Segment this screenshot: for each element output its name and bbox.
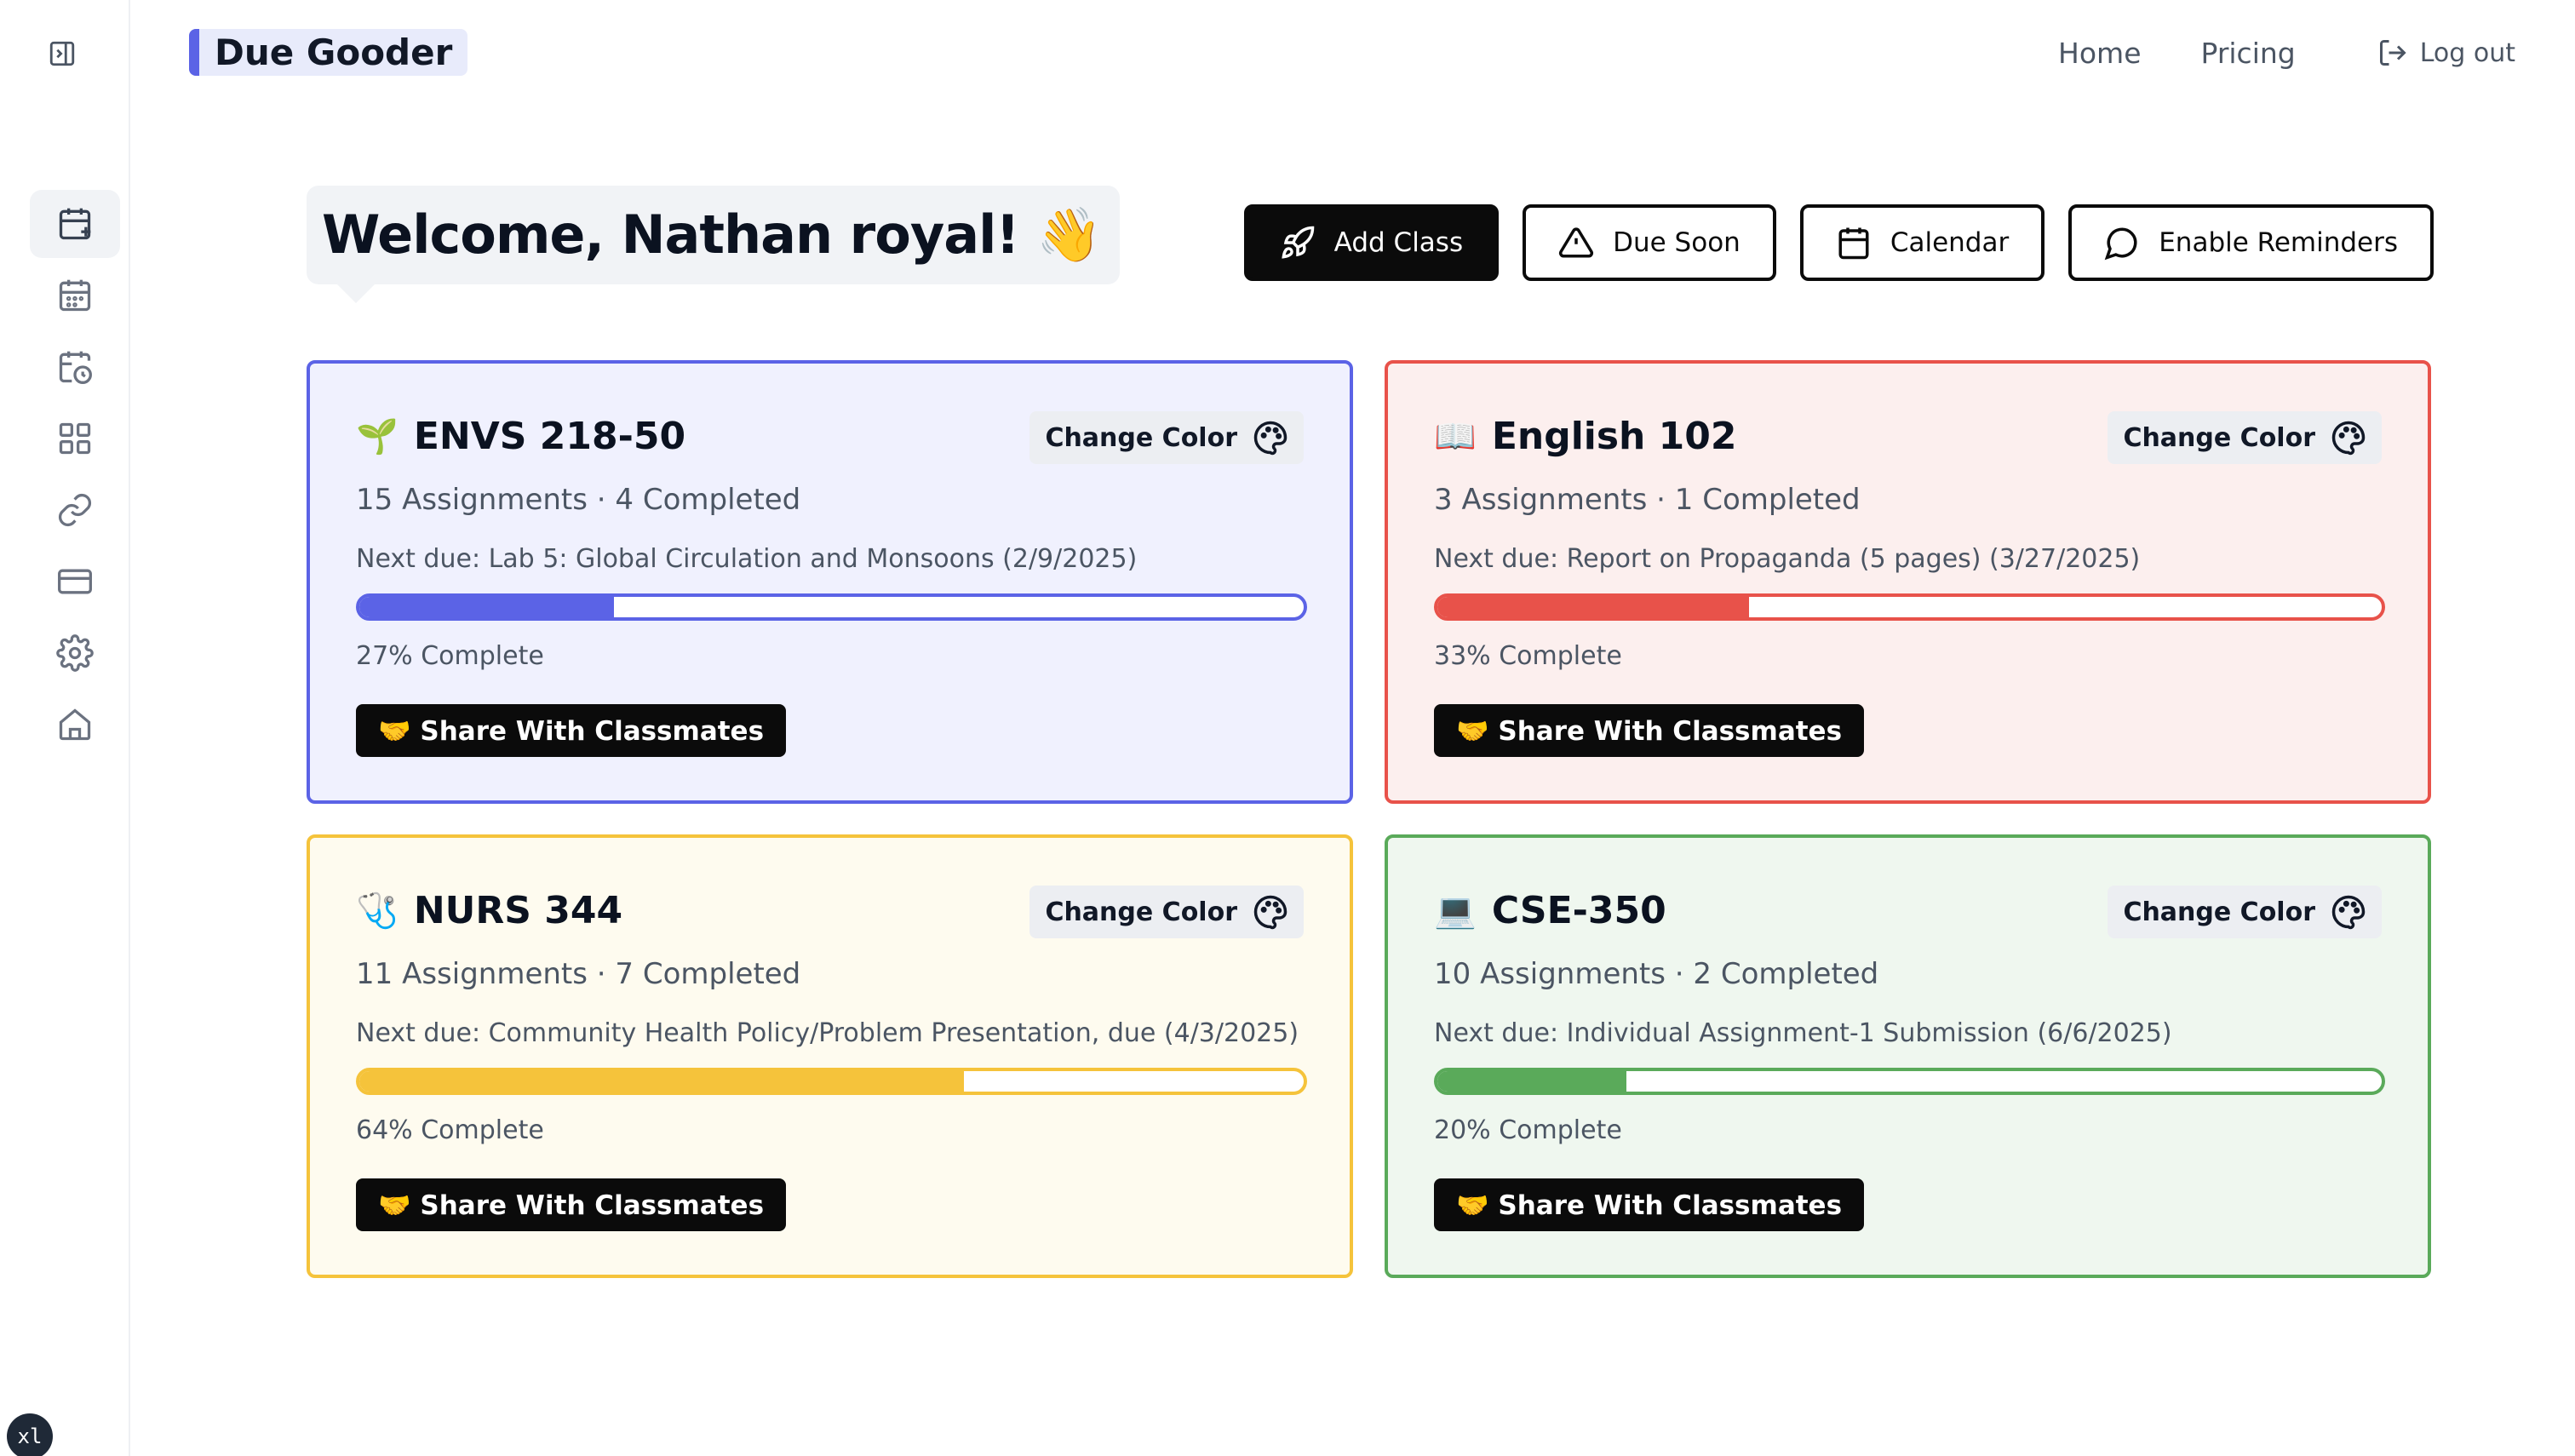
logout-icon xyxy=(2379,40,2406,66)
change-color-label: Change Color xyxy=(1045,897,1237,927)
palette-icon xyxy=(2331,421,2366,456)
class-card[interactable]: 💻 CSE-350 Change Color 10 Assignments · … xyxy=(1385,834,2431,1278)
next-due-text: Next due: Community Health Policy/Proble… xyxy=(356,1018,1299,1048)
link-icon xyxy=(59,494,91,526)
top-nav: Home Pricing Log out xyxy=(2058,32,2515,73)
class-emoji-icon: 💻 xyxy=(1434,891,1477,931)
nav-pricing-link[interactable]: Pricing xyxy=(2201,37,2296,70)
app-logo[interactable]: Due Gooder xyxy=(189,29,468,76)
message-circle-icon xyxy=(2104,227,2137,261)
class-name: CSE-350 xyxy=(1491,889,1666,932)
progress-bar xyxy=(356,593,1307,621)
sidebar-item-add-calendar[interactable] xyxy=(30,190,120,258)
enable-reminders-button[interactable]: Enable Reminders xyxy=(2068,204,2434,281)
change-color-button[interactable]: Change Color xyxy=(1029,411,1304,464)
change-color-label: Change Color xyxy=(2123,422,2315,453)
class-title: 🌱 ENVS 218-50 xyxy=(356,415,685,458)
class-name: English 102 xyxy=(1491,415,1737,458)
assignment-counts: 3 Assignments · 1 Completed xyxy=(1434,483,1861,517)
palette-icon xyxy=(1253,895,1288,930)
progress-label: 20% Complete xyxy=(1434,1115,1622,1145)
progress-fill xyxy=(359,597,615,617)
change-color-button[interactable]: Change Color xyxy=(1029,886,1304,938)
class-name: ENVS 218-50 xyxy=(413,415,686,458)
change-color-button[interactable]: Change Color xyxy=(2108,411,2382,464)
class-emoji-icon: 📖 xyxy=(1434,417,1477,456)
class-name: NURS 344 xyxy=(413,889,623,932)
sidebar-item-billing[interactable] xyxy=(30,547,120,616)
add-class-label: Add Class xyxy=(1333,227,1464,258)
change-color-label: Change Color xyxy=(1045,422,1237,453)
calendar-icon xyxy=(59,279,91,312)
change-color-button[interactable]: Change Color xyxy=(2108,886,2382,938)
sidebar-item-calendar[interactable] xyxy=(30,261,120,330)
progress-fill xyxy=(1437,1071,1626,1092)
calendar-icon xyxy=(1838,227,1869,260)
class-card[interactable]: 🩺 NURS 344 Change Color 11 Assignments ·… xyxy=(307,834,1353,1278)
credit-card-icon xyxy=(58,569,92,594)
assignment-counts: 11 Assignments · 7 Completed xyxy=(356,957,801,991)
sidebar-item-schedule[interactable] xyxy=(30,333,120,401)
palette-icon xyxy=(2331,895,2366,930)
action-bar: Add Class Due Soon Calendar Enable Remin… xyxy=(1243,204,2434,281)
logout-label: Log out xyxy=(2419,37,2515,68)
share-with-classmates-button[interactable]: 🤝 Share With Classmates xyxy=(1434,1178,1865,1231)
settings-icon xyxy=(56,634,94,672)
enable-reminders-label: Enable Reminders xyxy=(2159,227,2398,258)
share-with-classmates-button[interactable]: 🤝 Share With Classmates xyxy=(356,1178,787,1231)
share-with-classmates-button[interactable]: 🤝 Share With Classmates xyxy=(356,704,787,757)
welcome-heading: Welcome, Nathan royal! 👋 xyxy=(307,186,1121,303)
rocket-icon xyxy=(1282,226,1314,259)
calendar-clock-icon xyxy=(59,351,92,384)
nav-home-link[interactable]: Home xyxy=(2058,37,2141,70)
calendar-button[interactable]: Calendar xyxy=(1799,204,2045,281)
xl-badge[interactable]: xl xyxy=(7,1413,53,1456)
progress-label: 27% Complete xyxy=(356,641,544,671)
class-emoji-icon: 🌱 xyxy=(356,417,399,456)
assignment-counts: 15 Assignments · 4 Completed xyxy=(356,483,801,517)
grid-icon xyxy=(59,422,91,455)
progress-label: 64% Complete xyxy=(356,1115,544,1145)
class-card[interactable]: 🌱 ENVS 218-50 Change Color 15 Assignment… xyxy=(307,360,1353,804)
progress-fill xyxy=(359,1071,964,1092)
assignment-counts: 10 Assignments · 2 Completed xyxy=(1434,957,1879,991)
calendar-plus-icon xyxy=(59,208,91,240)
sidebar: xl xyxy=(0,0,130,1456)
due-soon-label: Due Soon xyxy=(1613,227,1741,258)
progress-bar xyxy=(356,1068,1307,1095)
change-color-label: Change Color xyxy=(2123,897,2315,927)
sidebar-item-links[interactable] xyxy=(30,476,120,544)
sidebar-item-settings[interactable] xyxy=(30,619,120,687)
home-icon xyxy=(59,708,91,741)
progress-fill xyxy=(1437,597,1749,617)
sidebar-nav xyxy=(30,190,120,762)
palette-icon xyxy=(1253,421,1288,456)
next-due-text: Next due: Individual Assignment-1 Submis… xyxy=(1434,1018,2172,1048)
progress-label: 33% Complete xyxy=(1434,641,1622,671)
next-due-text: Next due: Report on Propaganda (5 pages)… xyxy=(1434,544,2141,574)
sidebar-item-dashboard[interactable] xyxy=(30,404,120,473)
class-card[interactable]: 📖 English 102 Change Color 3 Assignments… xyxy=(1385,360,2431,804)
class-title: 🩺 NURS 344 xyxy=(356,889,622,932)
share-with-classmates-button[interactable]: 🤝 Share With Classmates xyxy=(1434,704,1865,757)
sidebar-item-home[interactable] xyxy=(30,691,120,759)
class-title: 📖 English 102 xyxy=(1434,415,1737,458)
class-title: 💻 CSE-350 xyxy=(1434,889,1666,932)
next-due-text: Next due: Lab 5: Global Circulation and … xyxy=(356,544,1138,574)
due-soon-button[interactable]: Due Soon xyxy=(1523,204,1776,281)
class-emoji-icon: 🩺 xyxy=(356,891,399,931)
logout-button[interactable]: Log out xyxy=(2377,37,2515,68)
warning-icon xyxy=(1559,227,1594,258)
progress-bar xyxy=(1434,593,2385,621)
calendar-label: Calendar xyxy=(1890,227,2010,258)
progress-bar xyxy=(1434,1068,2385,1095)
add-class-button[interactable]: Add Class xyxy=(1243,204,1500,281)
sidebar-toggle-icon[interactable] xyxy=(45,37,79,71)
